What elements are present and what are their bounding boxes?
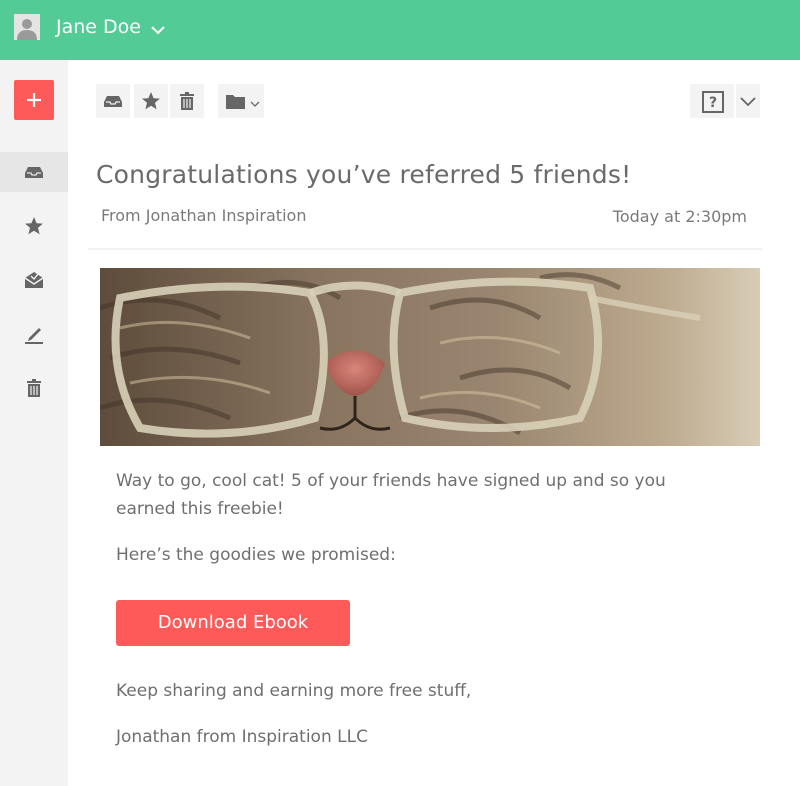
sidebar-item-received[interactable] <box>0 260 68 300</box>
trash-icon <box>27 379 41 397</box>
email-paragraph: Keep sharing and earning more free stuff… <box>116 681 472 701</box>
help-button[interactable]: ? <box>690 84 734 118</box>
sidebar-item-drafts[interactable] <box>0 314 68 354</box>
inbox-icon <box>25 167 43 178</box>
email-signature: Jonathan from Inspiration LLC <box>116 727 368 747</box>
chevron-down-icon[interactable] <box>150 21 166 40</box>
email-paragraph: Here’s the goodies we promised: <box>116 545 396 565</box>
download-ebook-button[interactable]: Download Ebook <box>116 600 350 646</box>
compose-button[interactable] <box>14 80 54 120</box>
email-paragraph: Way to go, cool cat! 5 of your friends h… <box>116 471 666 519</box>
sidebar <box>0 60 68 786</box>
folder-icon <box>226 95 245 109</box>
chevron-down-icon <box>740 97 756 107</box>
sidebar-item-trash[interactable] <box>0 368 68 408</box>
svg-text:?: ? <box>709 95 717 111</box>
sidebar-item-inbox[interactable] <box>0 152 68 192</box>
more-options-button[interactable] <box>736 84 760 118</box>
hero-image <box>100 268 760 446</box>
toolbar-trash-button[interactable] <box>170 84 204 118</box>
sidebar-item-starred[interactable] <box>0 206 68 246</box>
toolbar-move-folder-button[interactable] <box>218 84 264 118</box>
envelope-open-icon <box>24 272 44 288</box>
plus-icon <box>27 93 41 107</box>
trash-icon <box>180 92 194 110</box>
inbox-icon <box>104 96 122 107</box>
toolbar-inbox-button[interactable] <box>96 84 130 118</box>
chevron-down-icon <box>250 101 260 107</box>
user-icon[interactable] <box>14 14 40 40</box>
star-icon <box>142 92 160 110</box>
top-bar: Jane Doe <box>0 0 800 60</box>
help-icon: ? <box>702 91 724 113</box>
email-timestamp: Today at 2:30pm <box>612 207 747 226</box>
user-name[interactable]: Jane Doe <box>56 16 141 38</box>
toolbar-star-button[interactable] <box>134 84 168 118</box>
header-divider <box>88 248 762 250</box>
email-sender: From Jonathan Inspiration <box>101 206 307 225</box>
email-subject: Congratulations you’ve referred 5 friend… <box>96 160 632 189</box>
star-icon <box>25 217 43 235</box>
pencil-icon <box>25 328 43 344</box>
